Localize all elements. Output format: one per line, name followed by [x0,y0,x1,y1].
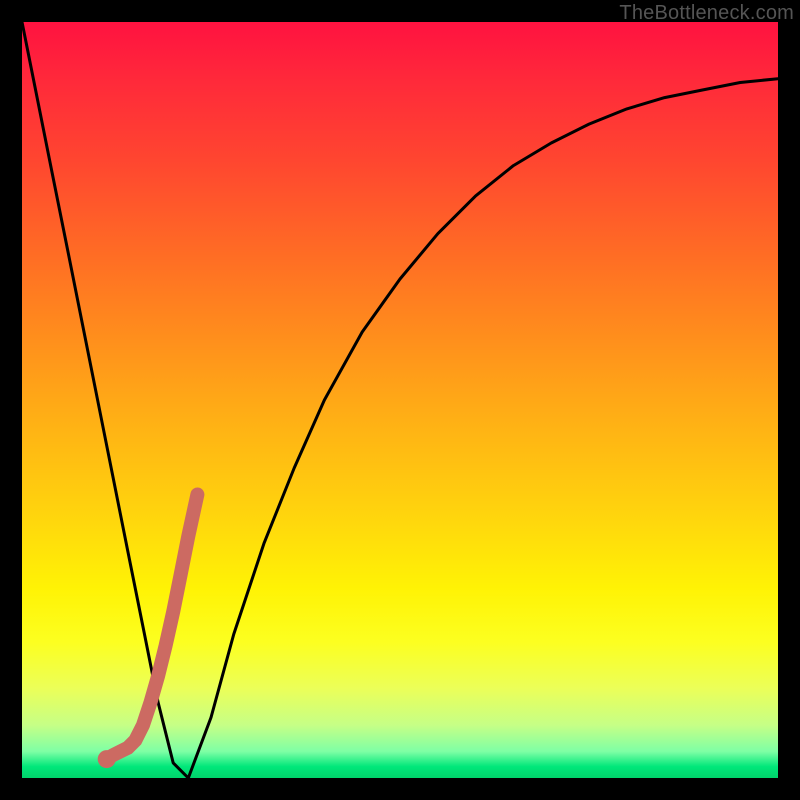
chart-frame: TheBottleneck.com [0,0,800,800]
highlight-segment-path [107,495,198,760]
plot-area [22,22,778,778]
highlight-start-dot [98,750,116,768]
bottleneck-curve-path [22,22,778,778]
curve-svg [22,22,778,778]
